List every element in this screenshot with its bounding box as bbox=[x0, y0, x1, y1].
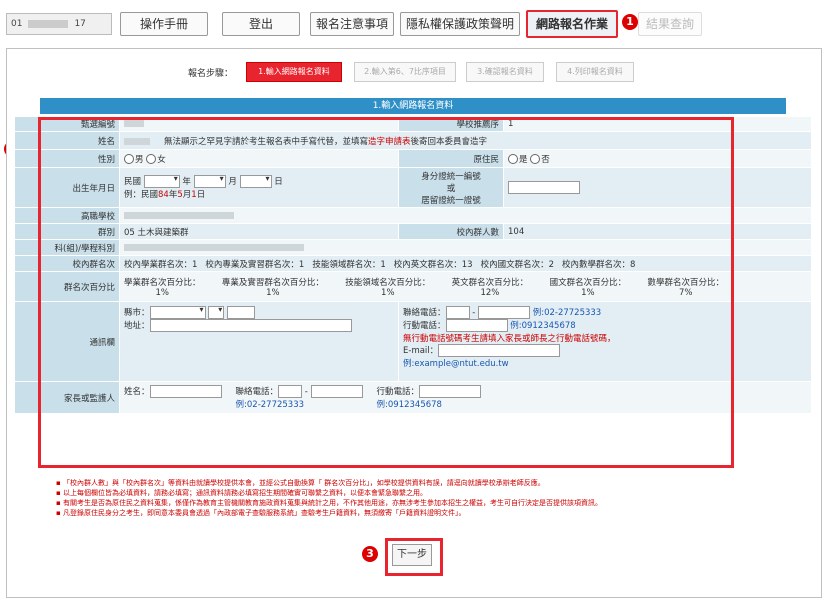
rank-values: 校內學業群名次：1 校內專業及實習群名次：1 技能領域群名次：1 校內英文群名次：13… bbox=[119, 255, 812, 272]
phone-area-input[interactable] bbox=[445, 306, 470, 319]
annotation-badge-3: 3 bbox=[362, 546, 378, 562]
note-item: ▪ 有關考生是否為原住民之資料蒐集，係僅作為教育主管機關教育施政資料蒐集與統計之… bbox=[56, 499, 602, 507]
annotation-badge-1: 1 bbox=[622, 14, 638, 30]
birth-month-select[interactable] bbox=[193, 174, 226, 188]
group-value: 05 土木與建築群 bbox=[119, 223, 399, 240]
registration-form: 甄選編號 學校推薦序 1 姓名 無法顯示之罕見字請於考生報名表中手寫代替，並填寫… bbox=[14, 116, 812, 414]
step-4: 4.列印報名資料 bbox=[556, 62, 634, 82]
id-label: 身分證統一編號 bbox=[421, 171, 481, 182]
masked-text bbox=[124, 120, 144, 127]
masked-text bbox=[124, 243, 304, 251]
birth-year-select[interactable] bbox=[143, 174, 180, 188]
name-label: 姓名 bbox=[14, 131, 120, 150]
group-count-label: 校內群人數 bbox=[398, 223, 504, 240]
address-input[interactable] bbox=[149, 319, 352, 332]
notes: ▪ 「校內群人數」與「校內群名次」等資料由就讀學校提供本會，並經公式自動換算「 … bbox=[56, 478, 816, 518]
mobile-note: 無行動電話號碼考生請填入家長或師長之行動電話號碼， bbox=[403, 334, 616, 344]
logout-button[interactable]: 登出 bbox=[222, 12, 300, 36]
id-input[interactable] bbox=[508, 181, 580, 194]
email-example: 例:example@ntut.edu.tw bbox=[403, 359, 509, 369]
step-3: 3.確認報名資料 bbox=[466, 62, 544, 82]
zip-input[interactable] bbox=[226, 306, 255, 319]
rank-label: 校內群名次 bbox=[14, 255, 120, 272]
guardian-mobile-input[interactable] bbox=[419, 385, 482, 398]
exam-no-label: 甄選編號 bbox=[14, 116, 120, 132]
email-input[interactable] bbox=[438, 344, 561, 357]
school-label: 高職學校 bbox=[14, 207, 120, 224]
group-count-value: 104 bbox=[503, 223, 812, 240]
top-bar: 01 17 操作手冊 登出 報名注意事項 隱私權保護政策聲明 網路報名作業 1 結… bbox=[0, 0, 826, 44]
birth-day-select[interactable] bbox=[239, 174, 272, 188]
pct-label: 群名次百分比 bbox=[14, 271, 120, 302]
result-query-button[interactable]: 結果查詢 bbox=[638, 12, 702, 36]
mobile-input[interactable] bbox=[445, 319, 508, 332]
step-2: 2.輸入第6、7比序項目 bbox=[354, 62, 456, 82]
male-radio[interactable] bbox=[124, 154, 134, 164]
school-rec-label: 學校推薦序 bbox=[398, 116, 504, 132]
group-label: 群別 bbox=[14, 223, 120, 240]
birth-label: 出生年月日 bbox=[14, 167, 120, 208]
user-id-field: 01 17 bbox=[6, 13, 112, 35]
note-item: ▪ 以上每個欄位皆為必填資料，請務必填寫；通訊資料請務必填寫招生期間確實可聯繫之… bbox=[56, 489, 427, 497]
indigenous-label: 原住民 bbox=[398, 149, 504, 168]
char-request-link[interactable]: 造字申請表 bbox=[368, 137, 411, 147]
section-title: 1.輸入網路報名資料 bbox=[40, 98, 786, 114]
female-radio[interactable] bbox=[146, 154, 157, 164]
city-select[interactable] bbox=[149, 305, 206, 319]
step-1: 1.輸入網路報名資料 bbox=[246, 62, 342, 82]
masked-text bbox=[124, 137, 150, 145]
gender-label: 性別 bbox=[14, 149, 120, 168]
guardian-name-input[interactable] bbox=[149, 385, 222, 398]
privacy-button[interactable]: 隱私權保護政策聲明 bbox=[400, 12, 520, 36]
masked-text bbox=[124, 211, 234, 219]
guardian-phone-area-input[interactable] bbox=[278, 385, 303, 398]
district-select[interactable] bbox=[208, 305, 225, 319]
steps-bar: 報名步驟： 1.輸入網路報名資料 2.輸入第6、7比序項目 3.確認報名資料 4… bbox=[0, 62, 826, 82]
next-button[interactable]: 下一步 bbox=[392, 544, 432, 566]
contact-label: 通訊欄 bbox=[14, 301, 120, 382]
manual-button[interactable]: 操作手冊 bbox=[120, 12, 208, 36]
online-registration-button[interactable]: 網路報名作業 bbox=[526, 10, 618, 38]
indigenous-no-radio[interactable] bbox=[530, 154, 541, 164]
school-rec-value: 1 bbox=[503, 116, 812, 132]
guardian-phone-input[interactable] bbox=[310, 385, 363, 398]
phone-input[interactable] bbox=[478, 306, 530, 319]
guardian-label: 家長或監護人 bbox=[14, 381, 120, 414]
steps-label: 報名步驟： bbox=[188, 69, 234, 79]
note-item: ▪ 「校內群人數」與「校內群名次」等資料由就讀學校提供本會，並經公式自動換算「 … bbox=[56, 479, 545, 487]
masked-text bbox=[28, 19, 69, 28]
notice-button[interactable]: 報名注意事項 bbox=[310, 12, 394, 36]
note-item: ▪ 凡登錄原住民身分之考生，即同意本委員會透過「內政部電子查驗服務系統」查驗考生… bbox=[56, 509, 466, 517]
pct-values: 學業群名次百分比： 1% 專業及實習群名次百分比： 1% 技能領域名次百分比： 1% … bbox=[119, 271, 812, 302]
dept-label: 科(組)/學程科別 bbox=[14, 239, 120, 256]
indigenous-yes-radio[interactable] bbox=[508, 154, 518, 164]
